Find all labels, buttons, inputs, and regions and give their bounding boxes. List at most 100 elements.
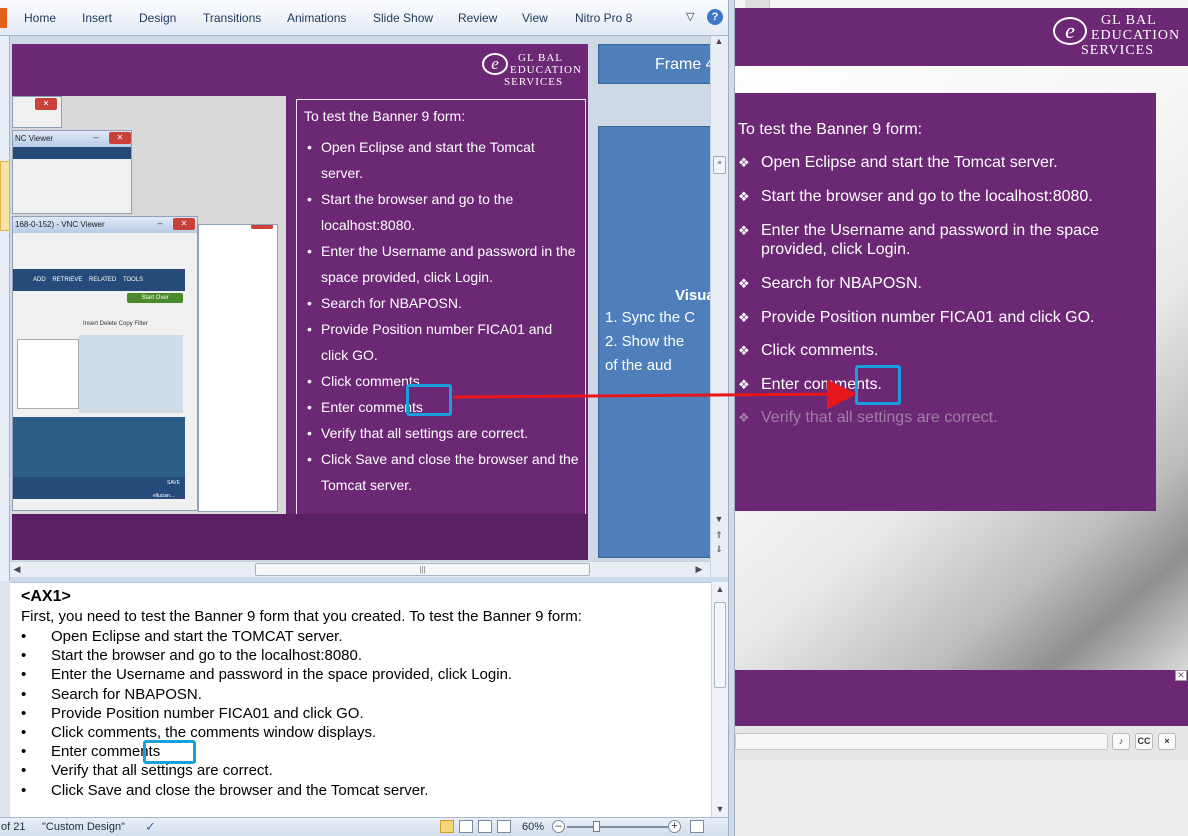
list-item: Open Eclipse and start the Tomcat server… bbox=[738, 153, 1148, 172]
tab-nitro-pro[interactable]: Nitro Pro 8 bbox=[575, 11, 632, 25]
notes-intro: First, you need to test the Banner 9 for… bbox=[21, 608, 582, 625]
scrollbar-thumb[interactable]: ||| bbox=[255, 563, 590, 576]
minimize-icon: – bbox=[157, 218, 163, 228]
scrollbar-thumb[interactable] bbox=[714, 602, 726, 688]
preview-top-strip bbox=[735, 0, 1188, 8]
vnc-window-1: ✕ bbox=[12, 96, 62, 128]
next-slide-icon[interactable]: ⇓ bbox=[712, 544, 726, 555]
slide-horizontal-scrollbar[interactable]: ◀ ||| ▶ bbox=[10, 561, 710, 577]
preview-bullet-list: Open Eclipse and start the Tomcat server… bbox=[738, 153, 1148, 427]
slide-text-box[interactable]: To test the Banner 9 form: Open Eclipse … bbox=[296, 99, 586, 521]
spell-check-icon[interactable]: ✓ bbox=[145, 819, 156, 835]
list-item: Verify that all settings are correct. bbox=[304, 420, 580, 446]
notes-pane[interactable]: <AX1> First, you need to test the Banner… bbox=[10, 582, 711, 817]
file-tab-edge[interactable] bbox=[0, 8, 7, 28]
visual-line: 1. Sync the C bbox=[605, 309, 696, 326]
close-icon: ✕ bbox=[251, 225, 273, 229]
slide-intro-text: To test the Banner 9 form: bbox=[304, 108, 466, 124]
slide-vertical-scrollbar[interactable]: ▲ ≡ ▼ ⇑ ⇓ bbox=[710, 36, 728, 581]
list-item: Click Save and close the browser and the… bbox=[304, 446, 580, 498]
list-item: Click comments, the comments window disp… bbox=[21, 723, 512, 742]
user-label: ellucian... bbox=[153, 493, 175, 499]
preview-intro-text: To test the Banner 9 form: bbox=[738, 121, 923, 138]
close-icon[interactable]: ✕ bbox=[1175, 670, 1187, 681]
preview-text-panel: To test the Banner 9 form: Open Eclipse … bbox=[735, 93, 1156, 511]
vnc-window-title: 168-0-152) - VNC Viewer bbox=[13, 217, 197, 233]
highlight-box bbox=[406, 384, 452, 416]
scrollbar-thumb[interactable]: ≡ bbox=[713, 156, 726, 174]
zoom-level[interactable]: 60% bbox=[522, 821, 544, 833]
visual-notes-panel[interactable]: Visua 1. Sync the C 2. Show the of the a… bbox=[598, 126, 710, 558]
preview-header: e GL BAL EDUCATION SERVICES bbox=[735, 8, 1188, 66]
list-item: Open Eclipse and start the Tomcat server… bbox=[304, 134, 580, 186]
slide-footer-band bbox=[12, 514, 588, 560]
slide-bullet-list: Open Eclipse and start the Tomcat server… bbox=[304, 134, 580, 498]
player-progress-bar[interactable] bbox=[735, 733, 1108, 750]
main-panel bbox=[13, 417, 185, 477]
frame-label[interactable]: Frame 4 bbox=[598, 44, 710, 84]
tab-animations[interactable]: Animations bbox=[287, 11, 346, 25]
list-item: Enter the Username and password in the s… bbox=[21, 665, 512, 684]
start-over-button: Start Over bbox=[127, 293, 183, 303]
vnc-window-main: 168-0-152) - VNC Viewer – ✕ ADD RETRIEVE… bbox=[12, 216, 198, 511]
theme-name[interactable]: "Custom Design" bbox=[42, 821, 125, 833]
volume-icon[interactable]: ♪ bbox=[1112, 733, 1130, 750]
highlight-box bbox=[143, 740, 196, 764]
closed-captions-icon[interactable]: CC bbox=[1135, 733, 1153, 750]
tab-slide-show[interactable]: Slide Show bbox=[373, 11, 433, 25]
fit-to-window-icon[interactable] bbox=[690, 820, 704, 833]
slide-show-view-icon[interactable] bbox=[497, 820, 511, 833]
notes-vertical-scrollbar[interactable]: ▲ ▼ bbox=[711, 582, 728, 817]
banner-nav-bar: ADD RETRIEVE RELATED TOOLS bbox=[13, 269, 185, 291]
list-item: Enter comments bbox=[21, 742, 512, 761]
tab-view[interactable]: View bbox=[522, 11, 548, 25]
slide-thumbnails-pane[interactable] bbox=[0, 36, 10, 581]
close-icon[interactable]: × bbox=[1158, 733, 1176, 750]
tab-home[interactable]: Home bbox=[24, 11, 56, 25]
zoom-slider[interactable] bbox=[567, 826, 672, 828]
help-icon[interactable]: ? bbox=[707, 9, 723, 25]
scroll-up-icon[interactable]: ▲ bbox=[713, 584, 727, 594]
list-item: Enter the Username and password in the s… bbox=[738, 221, 1148, 259]
list-item: Start the browser and go to the localhos… bbox=[304, 186, 580, 238]
previous-slide-icon[interactable]: ⇑ bbox=[712, 530, 726, 541]
list-item: Search for NBAPOSN. bbox=[21, 685, 512, 704]
powerpoint-window: Home Insert Design Transitions Animation… bbox=[0, 0, 735, 836]
scroll-left-icon[interactable]: ◀ bbox=[10, 564, 24, 575]
slide-sorter-view-icon[interactable] bbox=[459, 820, 473, 833]
scroll-up-icon[interactable]: ▲ bbox=[712, 36, 726, 46]
selected-thumbnail[interactable] bbox=[0, 161, 10, 231]
data-grid-area bbox=[79, 335, 183, 413]
list-item: Click comments. bbox=[738, 341, 1148, 360]
tab-design[interactable]: Design bbox=[139, 11, 176, 25]
zoom-slider-handle[interactable] bbox=[593, 821, 600, 832]
info-panel bbox=[17, 339, 79, 409]
tab-review[interactable]: Review bbox=[458, 11, 497, 25]
normal-view-icon[interactable] bbox=[440, 820, 454, 833]
reading-view-icon[interactable] bbox=[478, 820, 492, 833]
list-item: Open Eclipse and start the TOMCAT server… bbox=[21, 627, 512, 646]
slide-canvas[interactable]: e GL BAL EDUCATION SERVICES ✕ NC Viewer … bbox=[12, 44, 588, 560]
scroll-down-icon[interactable]: ▼ bbox=[712, 514, 726, 524]
list-item: Search for NBAPOSN. bbox=[304, 290, 580, 316]
zoom-in-icon[interactable]: + bbox=[668, 820, 681, 833]
close-icon: ✕ bbox=[173, 218, 195, 230]
tab-insert[interactable]: Insert bbox=[82, 11, 112, 25]
visual-line: 2. Show the bbox=[605, 333, 685, 350]
scroll-right-icon[interactable]: ▶ bbox=[692, 564, 706, 575]
zoom-out-icon[interactable]: – bbox=[552, 820, 565, 833]
close-icon: ✕ bbox=[109, 132, 131, 144]
status-bar: of 21 "Custom Design" ✓ 60% – + bbox=[0, 817, 735, 836]
preview-footer-band bbox=[735, 670, 1188, 726]
global-education-services-logo: e GL BAL EDUCATION SERVICES bbox=[1049, 10, 1185, 64]
tab-transitions[interactable]: Transitions bbox=[203, 11, 261, 25]
scroll-down-icon[interactable]: ▼ bbox=[713, 804, 727, 814]
list-item: Click Save and close the browser and the… bbox=[21, 781, 512, 800]
window-divider bbox=[728, 0, 735, 836]
published-preview: e GL BAL EDUCATION SERVICES To test the … bbox=[735, 0, 1188, 836]
notes-bullet-list: Open Eclipse and start the TOMCAT server… bbox=[21, 627, 512, 800]
chevron-down-icon[interactable]: ▽ bbox=[686, 10, 694, 23]
save-label: SAVE bbox=[167, 480, 180, 486]
list-item: Start the browser and go to the localhos… bbox=[738, 187, 1148, 206]
highlight-box bbox=[855, 365, 901, 405]
